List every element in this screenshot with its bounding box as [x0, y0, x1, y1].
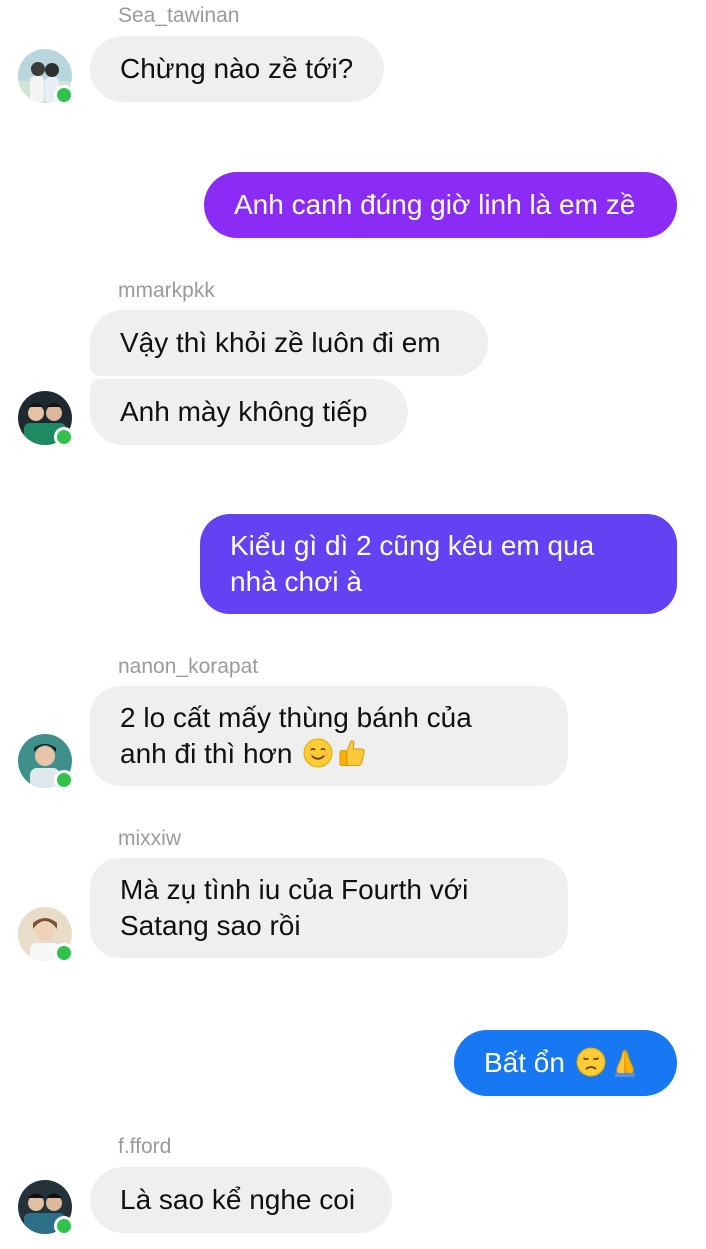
- message-text: Anh canh đúng giờ linh là em zề: [234, 189, 636, 220]
- avatar-sea-tawinan[interactable]: [18, 49, 74, 105]
- online-status-dot: [54, 1216, 74, 1236]
- disappointed-face-icon: [576, 1047, 606, 1077]
- message-text: Chừng nào zề tới?: [120, 53, 354, 84]
- online-status-dot: [54, 943, 74, 963]
- message-bubble-incoming[interactable]: Anh mày không tiếp: [90, 379, 408, 445]
- message-bubble-incoming[interactable]: Vậy thì khỏi zề luôn đi em: [90, 310, 488, 376]
- message-text: Là sao kể nghe coi: [120, 1184, 356, 1215]
- message-bubble-incoming[interactable]: Chừng nào zề tới?: [90, 36, 384, 102]
- avatar-f-fford[interactable]: [18, 1180, 74, 1236]
- folded-hands-icon: [614, 1049, 635, 1077]
- online-status-dot: [54, 427, 74, 447]
- sender-name-nanon-korapat: nanon_korapat: [118, 655, 259, 678]
- message-bubble-outgoing[interactable]: Anh canh đúng giờ linh là em zề: [204, 172, 677, 238]
- sender-name-mmarkpkk: mmarkpkk: [118, 279, 215, 302]
- online-status-dot: [54, 85, 74, 105]
- smiling-face-icon: [303, 738, 333, 768]
- message-text-wrap: 2 lo cất mấy thùng bánh của anh đi thì h…: [120, 700, 472, 772]
- thumbs-up-icon: [339, 740, 366, 766]
- online-status-dot: [54, 770, 74, 790]
- message-text: 2 lo cất mấy thùng bánh của anh đi thì h…: [120, 702, 472, 769]
- message-bubble-incoming[interactable]: Là sao kể nghe coi: [90, 1167, 392, 1233]
- message-bubble-incoming[interactable]: Mà zụ tình iu của Fourth với Satang sao …: [90, 858, 568, 958]
- message-text: Bất ổn: [484, 1047, 565, 1078]
- avatar-mmarkpkk[interactable]: [18, 391, 74, 447]
- message-bubble-outgoing[interactable]: Kiểu gì dì 2 cũng kêu em qua nhà chơi à: [200, 514, 677, 614]
- sender-name-mixxiw: mixxiw: [118, 827, 181, 850]
- avatar-nanon-korapat[interactable]: [18, 734, 74, 790]
- message-bubble-incoming[interactable]: 2 lo cất mấy thùng bánh của anh đi thì h…: [90, 686, 568, 786]
- message-text: Vậy thì khỏi zề luôn đi em: [120, 327, 441, 358]
- sender-name-f-fford: f.fford: [118, 1135, 172, 1158]
- message-text: Kiểu gì dì 2 cũng kêu em qua nhà chơi à: [230, 530, 595, 597]
- avatar-mixxiw[interactable]: [18, 907, 74, 963]
- message-bubble-outgoing[interactable]: Bất ổn: [454, 1030, 677, 1096]
- message-text: Anh mày không tiếp: [120, 396, 368, 427]
- message-text-wrap: Bất ổn: [484, 1045, 641, 1081]
- message-text: Mà zụ tình iu của Fourth với Satang sao …: [120, 874, 469, 941]
- sender-name-sea-tawinan: Sea_tawinan: [118, 4, 240, 27]
